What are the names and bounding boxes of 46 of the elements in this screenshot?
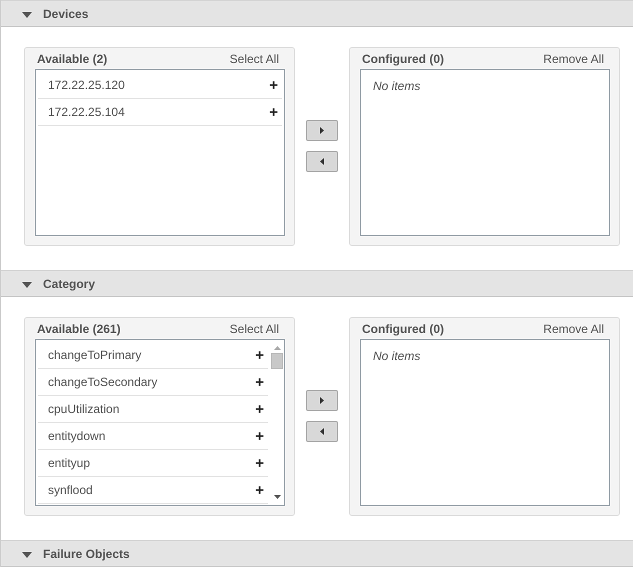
list-item[interactable]: changeToSecondary <box>48 375 158 389</box>
panel-title: Available (261) <box>37 322 121 336</box>
list-item[interactable]: cpuUtilization <box>48 402 120 416</box>
list-item[interactable]: 172.22.25.104 <box>48 105 125 119</box>
add-button[interactable]: + <box>255 454 264 472</box>
add-button[interactable]: + <box>255 374 264 390</box>
caret-icon <box>22 552 32 558</box>
add-button[interactable]: + <box>255 428 264 444</box>
add-button[interactable]: + <box>255 400 264 418</box>
right-triangle-icon <box>320 397 324 404</box>
add-button[interactable]: + <box>269 76 278 94</box>
caret-icon <box>22 12 32 18</box>
add-button[interactable]: + <box>255 482 264 498</box>
left-triangle-icon <box>320 158 324 165</box>
left-triangle-icon <box>320 428 324 435</box>
section-title: Category <box>43 276 96 290</box>
scroll-down-icon[interactable] <box>274 495 280 499</box>
section-title: Failure Objects <box>43 546 130 560</box>
panel-title: Configured (0) <box>362 322 444 336</box>
select-all-link[interactable]: Select All <box>230 322 279 336</box>
panel-title: Available (2) <box>37 52 108 66</box>
list-item[interactable]: entitydown <box>48 429 106 443</box>
empty-message: No items <box>373 79 420 93</box>
scroll-thumb[interactable] <box>271 353 283 369</box>
section-title: Devices <box>43 6 88 20</box>
move-left-button[interactable] <box>306 151 338 172</box>
add-button[interactable]: + <box>269 104 278 120</box>
section-header[interactable]: Category <box>1 270 633 297</box>
right-triangle-icon <box>320 127 324 134</box>
list-item[interactable]: entityup <box>48 456 90 470</box>
remove-all-link[interactable]: Remove All <box>543 322 604 336</box>
list-item[interactable]: 172.22.25.120 <box>48 78 125 92</box>
move-right-button[interactable] <box>306 390 338 411</box>
panel-title: Configured (0) <box>362 52 444 66</box>
caret-icon <box>22 282 32 288</box>
move-left-button[interactable] <box>306 421 338 442</box>
remove-all-link[interactable]: Remove All <box>543 52 604 66</box>
list-item[interactable]: synflood <box>48 483 93 497</box>
section-header[interactable]: Devices <box>1 0 633 27</box>
section-header[interactable]: Failure Objects <box>1 540 633 567</box>
empty-message: No items <box>373 349 420 363</box>
move-right-button[interactable] <box>306 120 338 141</box>
list-item[interactable]: changeToPrimary <box>48 348 142 362</box>
add-button[interactable]: + <box>255 346 264 364</box>
scroll-up-icon[interactable] <box>274 346 280 350</box>
select-all-link[interactable]: Select All <box>230 52 279 66</box>
